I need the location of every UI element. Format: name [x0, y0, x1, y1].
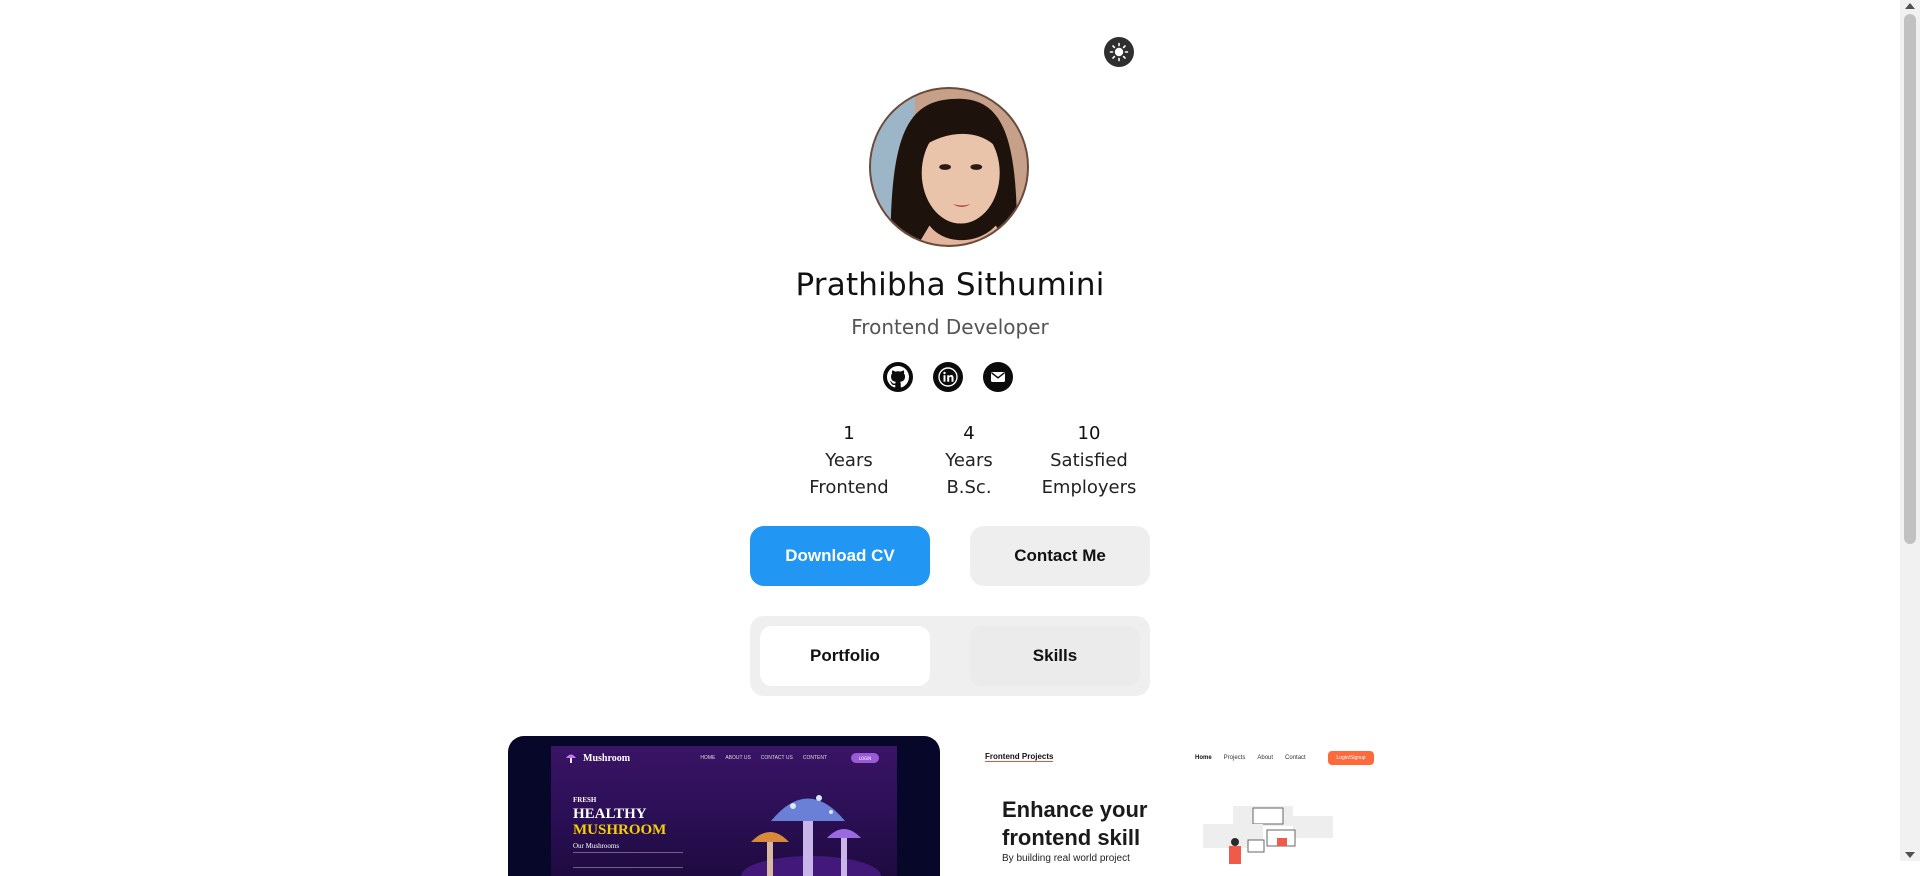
- mushroom-logo-icon: [566, 754, 576, 763]
- mushroom-preview: Mushroom HOME ABOUT US CONTACT US CONTEN…: [551, 746, 897, 876]
- portfolio-card-mushroom[interactable]: Mushroom HOME ABOUT US CONTACT US CONTEN…: [508, 736, 940, 876]
- stat-value: 1: [843, 423, 855, 444]
- frontend-projects-logo: Frontend Projects: [985, 752, 1054, 762]
- mushroom-nav-item: ABOUT US: [725, 755, 751, 761]
- sun-icon: [1109, 42, 1129, 62]
- frontend-projects-headline: Enhance your frontend skill: [1002, 796, 1147, 852]
- mushroom-paragraph-lines: [573, 852, 683, 868]
- stat-label-line2: B.Sc.: [946, 477, 992, 498]
- social-links: [883, 362, 1013, 392]
- linkedin-icon: [938, 367, 958, 387]
- mushroom-logo: Mushroom: [565, 752, 630, 764]
- mushroom-nav-item: HOME: [700, 755, 716, 761]
- mushroom-headline-1: HEALTHY: [573, 806, 647, 822]
- mail-icon: [991, 372, 1005, 382]
- frontend-projects-nav: Home Projects About Contact: [1195, 755, 1306, 761]
- frontend-projects-headline-line2: frontend skill: [1002, 825, 1141, 850]
- frontend-projects-nav-item: Home: [1195, 755, 1212, 761]
- scrollbar-thumb[interactable]: [1904, 14, 1916, 544]
- frontend-projects-login-button: Login/Signup: [1328, 751, 1374, 765]
- stat-label-line1: Years: [945, 450, 993, 471]
- scroll-down-arrow-icon[interactable]: [1905, 852, 1915, 858]
- mushroom-headline-2: MUSHROOM: [573, 822, 667, 838]
- profile-page: Prathibha Sithumini Frontend Developer 1: [0, 0, 1900, 876]
- stat-value: 10: [1077, 423, 1101, 444]
- tab-skills[interactable]: Skills: [970, 626, 1140, 686]
- frontend-projects-nav-item: Contact: [1285, 755, 1306, 761]
- stat-satisfied-employers: 10 Satisfied Employers: [1029, 420, 1149, 501]
- github-link[interactable]: [883, 362, 913, 392]
- stat-label-line1: Years: [825, 450, 873, 471]
- contact-me-button[interactable]: Contact Me: [970, 526, 1150, 586]
- mushroom-nav-item: CONTENT: [802, 755, 827, 761]
- mushroom-login-button: LOGIN: [851, 753, 879, 763]
- frontend-projects-nav-item: Projects: [1223, 755, 1246, 761]
- mushroom-illustration: [741, 795, 881, 876]
- scroll-up-arrow-icon[interactable]: [1905, 3, 1915, 9]
- profile-role: Frontend Developer: [851, 315, 1049, 339]
- stat-label-line2: Frontend: [809, 477, 889, 498]
- download-cv-button[interactable]: Download CV: [750, 526, 930, 586]
- mushroom-eyebrow: FRESH: [573, 796, 597, 804]
- stat-value: 4: [963, 423, 975, 444]
- email-link[interactable]: [983, 362, 1013, 392]
- frontend-projects-nav-item: About: [1257, 755, 1274, 761]
- portfolio-card-frontend-projects[interactable]: Frontend Projects Home Projects About Co…: [975, 736, 1407, 876]
- avatar: [869, 87, 1029, 247]
- mushroom-subhead: Our Mushrooms: [573, 842, 620, 850]
- stat-frontend-years: 1 Years Frontend: [789, 420, 909, 501]
- frontend-projects-illustration: [1203, 806, 1333, 864]
- stat-bsc-years: 4 Years B.Sc.: [909, 420, 1029, 501]
- linkedin-link[interactable]: [933, 362, 963, 392]
- profile-name: Prathibha Sithumini: [795, 267, 1105, 303]
- frontend-projects-headline-line1: Enhance your: [1002, 797, 1148, 822]
- frontend-projects-subtext: By building real world project: [1002, 853, 1130, 864]
- stat-label-line1: Satisfied: [1050, 450, 1128, 471]
- stats: 1 Years Frontend 4 Years B.Sc. 10 Satisf…: [789, 420, 1149, 501]
- mushroom-logo-text: Mushroom: [583, 752, 631, 764]
- page-scrollbar[interactable]: [1900, 0, 1920, 861]
- github-icon: [887, 366, 909, 388]
- avatar-portrait: [871, 89, 1027, 245]
- mushroom-nav-item: CONTACT US: [760, 755, 793, 761]
- theme-toggle-button[interactable]: [1104, 37, 1134, 67]
- mushroom-nav: HOME ABOUT US CONTACT US CONTENT: [700, 755, 827, 761]
- section-tabs: Portfolio Skills: [750, 616, 1150, 696]
- tab-portfolio[interactable]: Portfolio: [760, 626, 930, 686]
- stat-label-line2: Employers: [1041, 477, 1137, 498]
